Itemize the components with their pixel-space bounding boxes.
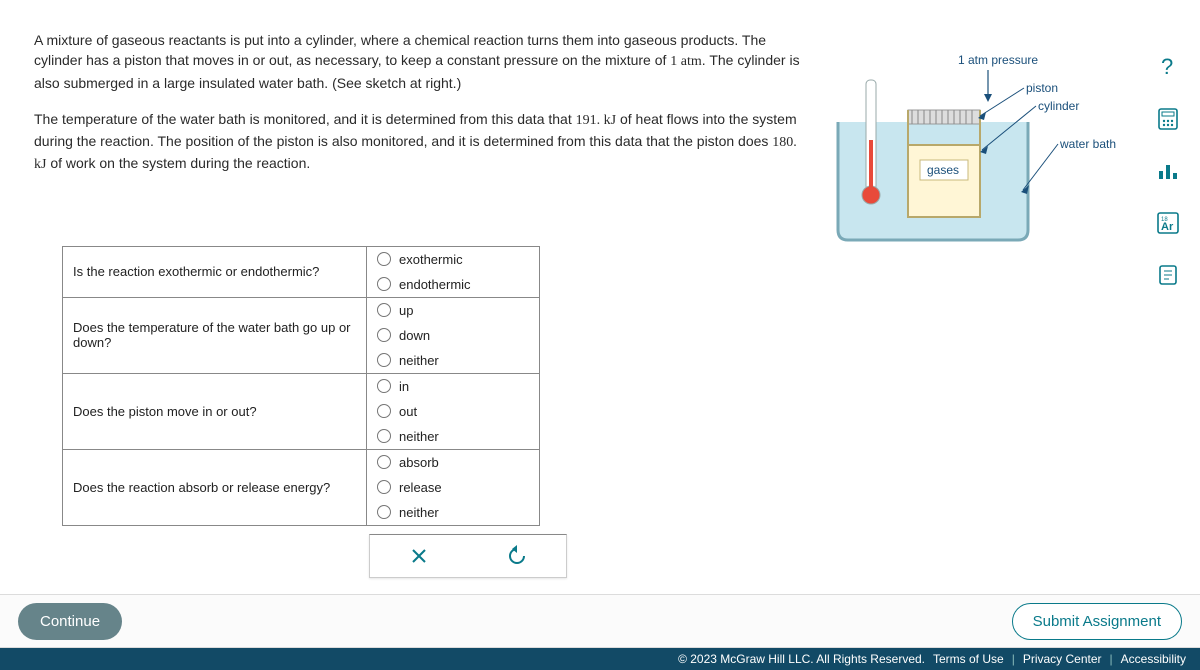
option-label: in [399,379,409,394]
question-label: Does the reaction absorb or release ener… [63,449,367,525]
question-label: Does the temperature of the water bath g… [63,297,367,373]
option-label: release [399,480,442,495]
option-in[interactable]: in [367,374,539,399]
pressure-label: 1 atm pressure [958,53,1038,67]
prompt-text: A mixture of gaseous reactants is put in… [34,32,766,68]
question-label: Is the reaction exothermic or endothermi… [63,246,367,297]
table-row: Is the reaction exothermic or endothermi… [63,246,540,297]
copyright: © 2023 McGraw Hill LLC. All Rights Reser… [678,652,925,666]
option-neither[interactable]: neither [367,500,539,525]
svg-text:?: ? [1161,54,1173,79]
table-row: Does the temperature of the water bath g… [63,297,540,373]
continue-button[interactable]: Continue [18,603,122,640]
calculator-icon[interactable] [1151,102,1185,136]
option-label: endothermic [399,277,471,292]
footer: © 2023 McGraw Hill LLC. All Rights Reser… [0,648,1200,670]
option-label: up [399,303,413,318]
option-label: absorb [399,455,439,470]
apparatus-diagram: 1 atm pressure piston cylinder water bat… [828,50,1118,240]
reset-icon[interactable] [499,541,535,571]
question-table: Is the reaction exothermic or endothermi… [62,246,540,526]
submit-assignment-button[interactable]: Submit Assignment [1012,603,1182,640]
pressure-value: 1 atm [670,54,702,69]
heat-value: 191. kJ [576,113,616,128]
option-out[interactable]: out [367,399,539,424]
periodic-table-icon[interactable]: 18Ar [1151,206,1185,240]
option-label: out [399,404,417,419]
problem-prompt: A mixture of gaseous reactants is put in… [34,30,804,176]
option-up[interactable]: up [367,298,539,323]
option-neither[interactable]: neither [367,424,539,449]
option-absorb[interactable]: absorb [367,450,539,475]
accessibility-link[interactable]: Accessibility [1121,652,1186,666]
table-row: Does the reaction absorb or release ener… [63,449,540,525]
help-icon[interactable]: ? [1151,50,1185,84]
option-label: down [399,328,430,343]
option-down[interactable]: down [367,323,539,348]
prompt-text: The temperature of the water bath is mon… [34,111,576,127]
waterbath-label: water bath [1059,137,1116,151]
answer-actions [369,534,567,578]
option-label: exothermic [399,252,463,267]
terms-link[interactable]: Terms of Use [933,652,1004,666]
option-exothermic[interactable]: exothermic [367,247,539,272]
clear-icon[interactable] [401,541,437,571]
option-neither[interactable]: neither [367,348,539,373]
option-endothermic[interactable]: endothermic [367,272,539,297]
svg-text:Ar: Ar [1161,221,1174,233]
option-label: neither [399,353,439,368]
reference-icon[interactable] [1151,258,1185,292]
gases-label: gases [927,163,959,177]
bar-chart-icon[interactable] [1151,154,1185,188]
bottom-bar: Continue Submit Assignment [0,594,1200,648]
option-release[interactable]: release [367,475,539,500]
privacy-link[interactable]: Privacy Center [1023,652,1102,666]
cylinder-label: cylinder [1038,99,1079,113]
piston-label: piston [1026,81,1058,95]
tool-sidebar: ? 18Ar [1146,50,1190,292]
prompt-text: of work on the system during the reactio… [46,155,310,171]
option-label: neither [399,429,439,444]
question-label: Does the piston move in or out? [63,373,367,449]
option-label: neither [399,505,439,520]
table-row: Does the piston move in or out? in out n… [63,373,540,449]
